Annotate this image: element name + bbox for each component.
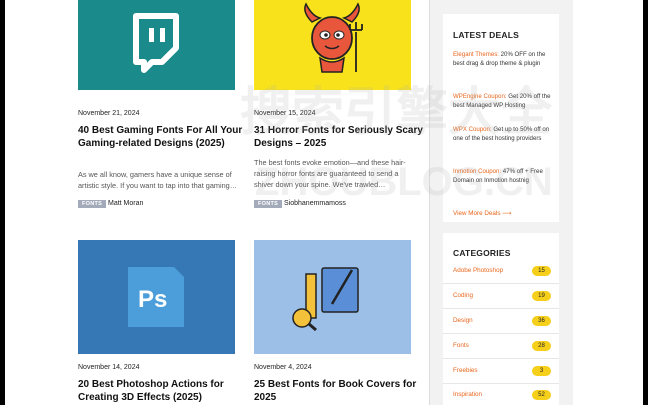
post-thumbnail[interactable] — [78, 0, 235, 90]
post-date: November 4, 2024 — [254, 364, 312, 371]
post-date: November 15, 2024 — [254, 110, 316, 117]
divider — [443, 283, 559, 284]
category-label[interactable]: Inspiration — [453, 391, 482, 398]
category-label[interactable]: Fonts — [453, 342, 469, 349]
divider — [443, 308, 559, 309]
post-author[interactable]: Matt Moran — [108, 200, 143, 207]
devil-icon — [304, 2, 363, 73]
post-title[interactable]: 25 Best Fonts for Book Covers for 2025 — [254, 378, 424, 404]
categories-panel: CATEGORIES Adobe Photoshop 15 Coding 19 … — [443, 233, 559, 405]
category-item[interactable]: Coding 19 — [453, 291, 551, 303]
post-thumbnail[interactable] — [254, 240, 411, 354]
latest-deals-panel: LATEST DEALS Elegant Themes: 20% OFF on … — [443, 14, 559, 222]
deal-name[interactable]: WPEngine Coupon: — [453, 93, 507, 100]
view-more-label: View More Deals — [453, 210, 501, 217]
latest-deals-heading: LATEST DEALS — [453, 30, 519, 40]
deal-name[interactable]: WPX Coupon: — [453, 126, 492, 133]
post-card[interactable]: Ps November 14, 2024 20 Best Photoshop A… — [78, 240, 235, 405]
category-count-badge: 28 — [532, 341, 551, 351]
post-title[interactable]: 40 Best Gaming Fonts For All Your Gaming… — [78, 124, 248, 150]
category-label[interactable]: Coding — [453, 292, 473, 299]
deal-item[interactable]: Elegant Themes: 20% OFF on the best drag… — [453, 50, 551, 68]
category-item[interactable]: Adobe Photoshop 15 — [453, 266, 551, 278]
category-item[interactable]: Fonts 28 — [453, 341, 551, 353]
divider — [443, 333, 559, 334]
category-count-badge: 3 — [532, 366, 551, 376]
category-label[interactable]: Adobe Photoshop — [453, 267, 503, 274]
category-item[interactable]: Freebies 3 — [453, 366, 551, 378]
category-count-badge: 19 — [532, 291, 551, 301]
post-author[interactable]: Siobhanemmamoss — [284, 200, 346, 207]
category-tag[interactable]: FONTS — [254, 200, 283, 208]
view-more-deals-link[interactable]: View More Deals ⟶ — [453, 210, 511, 217]
post-date: November 21, 2024 — [78, 110, 140, 117]
categories-heading: CATEGORIES — [453, 248, 511, 258]
category-label[interactable]: Design — [453, 317, 473, 324]
post-excerpt: As we all know, gamers have a unique sen… — [78, 170, 237, 190]
post-title[interactable]: 31 Horror Fonts for Seriously Scary Desi… — [254, 124, 424, 150]
post-title[interactable]: 20 Best Photoshop Actions for Creating 3… — [78, 378, 248, 404]
category-item[interactable]: Inspiration 52 — [453, 390, 551, 402]
post-thumbnail[interactable]: Ps — [78, 240, 235, 354]
right-frame-border — [643, 0, 648, 405]
post-excerpt: The best fonts evoke emotion—and these h… — [254, 158, 406, 189]
category-item[interactable]: Design 36 — [453, 316, 551, 328]
twitch-icon — [133, 13, 179, 73]
category-tag[interactable]: FONTS — [78, 200, 107, 208]
category-count-badge: 52 — [532, 390, 551, 400]
deal-item[interactable]: WPX Coupon: Get up to 50% off on one of … — [453, 125, 551, 143]
post-card[interactable]: November 4, 2024 25 Best Fonts for Book … — [254, 240, 416, 405]
deal-item[interactable]: WPEngine Coupon: Get 20% off the best Ma… — [453, 92, 551, 110]
category-count-badge: 15 — [532, 266, 551, 276]
post-date: November 14, 2024 — [78, 364, 140, 371]
design-tools-icon — [292, 267, 359, 332]
arrow-right-icon: ⟶ — [502, 210, 512, 217]
sidebar: LATEST DEALS Elegant Themes: 20% OFF on … — [429, 0, 573, 405]
post-thumbnail[interactable] — [254, 0, 411, 90]
category-count-badge: 36 — [532, 316, 551, 326]
divider — [443, 358, 559, 359]
deal-name[interactable]: Elegant Themes: — [453, 51, 499, 58]
deal-item[interactable]: Inmotion Coupon: 47% off + Free Domain o… — [453, 167, 551, 185]
post-card[interactable]: November 21, 2024 40 Best Gaming Fonts F… — [78, 0, 242, 215]
divider — [443, 383, 559, 384]
post-card[interactable]: November 15, 2024 31 Horror Fonts for Se… — [254, 0, 423, 215]
deal-name[interactable]: Inmotion Coupon: — [453, 168, 501, 175]
svg-text:Ps: Ps — [138, 286, 167, 313]
left-frame-border — [0, 0, 5, 405]
category-label[interactable]: Freebies — [453, 367, 478, 374]
photoshop-icon: Ps — [128, 267, 184, 327]
